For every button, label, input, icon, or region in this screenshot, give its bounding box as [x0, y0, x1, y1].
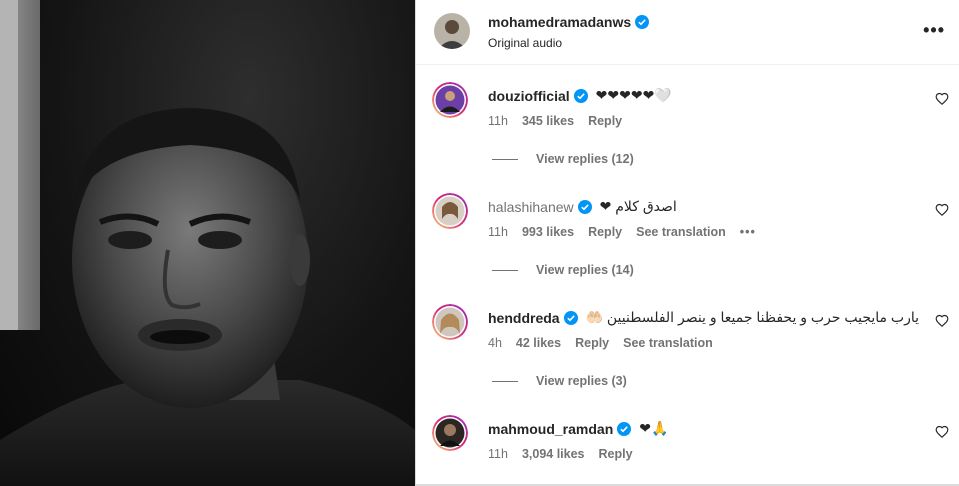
comment-text: ❤❤❤❤❤🤍: [595, 87, 672, 103]
comment-username[interactable]: henddreda: [488, 310, 560, 326]
verified-badge-icon: [563, 310, 578, 325]
verified-badge-icon: [577, 199, 592, 214]
audio-label[interactable]: Original audio: [488, 36, 562, 50]
view-replies-button[interactable]: View replies (3): [492, 374, 627, 388]
replies-divider: [492, 269, 518, 271]
comment-line: henddreda يارب مايجيب حرب و يحفظنا جميعا…: [488, 309, 919, 326]
view-replies-button[interactable]: View replies (12): [492, 152, 634, 166]
author-avatar[interactable]: [434, 13, 470, 49]
more-options-icon[interactable]: •••: [923, 20, 945, 41]
commenter-avatar[interactable]: [432, 415, 468, 451]
post-viewer: mohamedramadanws Original audio ••• douz…: [0, 0, 959, 486]
replies-divider: [492, 380, 518, 382]
comment-likes[interactable]: 345 likes: [522, 114, 574, 128]
verified-badge-icon: [635, 15, 650, 29]
reply-button[interactable]: Reply: [599, 447, 633, 461]
like-heart-icon[interactable]: [935, 425, 949, 439]
comment-likes[interactable]: 3,094 likes: [522, 447, 585, 461]
view-replies-label: View replies (12): [536, 152, 634, 166]
video-person-figure: [0, 108, 415, 486]
reply-button[interactable]: Reply: [575, 336, 609, 350]
comment-time[interactable]: 11h: [488, 114, 508, 128]
comments-panel: mohamedramadanws Original audio ••• douz…: [415, 0, 959, 486]
post-video[interactable]: [0, 0, 415, 486]
verified-badge-icon: [617, 421, 632, 436]
comment-line: mahmoud_ramdan ❤🙏: [488, 420, 668, 437]
view-replies-label: View replies (3): [536, 374, 627, 388]
comment-time[interactable]: 11h: [488, 447, 508, 461]
reply-button[interactable]: Reply: [588, 225, 622, 239]
like-heart-icon[interactable]: [935, 92, 949, 106]
comment-username[interactable]: halashihanew: [488, 199, 574, 215]
comment-line: douziofficial ❤❤❤❤❤🤍: [488, 87, 672, 104]
reply-button[interactable]: Reply: [588, 114, 622, 128]
comment-likes[interactable]: 42 likes: [516, 336, 561, 350]
comment-time[interactable]: 4h: [488, 336, 502, 350]
like-heart-icon[interactable]: [935, 314, 949, 328]
like-heart-icon[interactable]: [935, 203, 949, 217]
comment-username[interactable]: mahmoud_ramdan: [488, 421, 613, 437]
see-translation-button[interactable]: See translation: [636, 225, 726, 239]
comment-username[interactable]: douziofficial: [488, 88, 570, 104]
comment-line: halashihanew اصدق كلام ❤: [488, 198, 677, 215]
replies-divider: [492, 158, 518, 160]
commenter-avatar[interactable]: [432, 193, 468, 229]
comment-meta: 11h 3,094 likes Reply: [488, 447, 633, 461]
comment-meta: 11h 993 likes Reply See translation •••: [488, 225, 756, 239]
commenter-avatar[interactable]: [432, 304, 468, 340]
commenter-avatar[interactable]: [432, 82, 468, 118]
comment-time[interactable]: 11h: [488, 225, 508, 239]
verified-badge-icon: [573, 88, 588, 103]
comment-text: اصدق كلام ❤: [599, 198, 677, 214]
author-username[interactable]: mohamedramadanws: [488, 14, 631, 30]
view-replies-label: View replies (14): [536, 263, 634, 277]
comment-text: يارب مايجيب حرب و يحفظنا جميعا و ينصر ال…: [585, 309, 920, 325]
comment-options-icon[interactable]: •••: [740, 225, 756, 239]
comment-text: ❤🙏: [639, 420, 669, 436]
author-username-row: mohamedramadanws: [488, 14, 650, 30]
view-replies-button[interactable]: View replies (14): [492, 263, 634, 277]
comment-likes[interactable]: 993 likes: [522, 225, 574, 239]
post-header: mohamedramadanws Original audio •••: [416, 0, 959, 65]
see-translation-button[interactable]: See translation: [623, 336, 713, 350]
comment-meta: 11h 345 likes Reply: [488, 114, 622, 128]
comment-meta: 4h 42 likes Reply See translation: [488, 336, 713, 350]
